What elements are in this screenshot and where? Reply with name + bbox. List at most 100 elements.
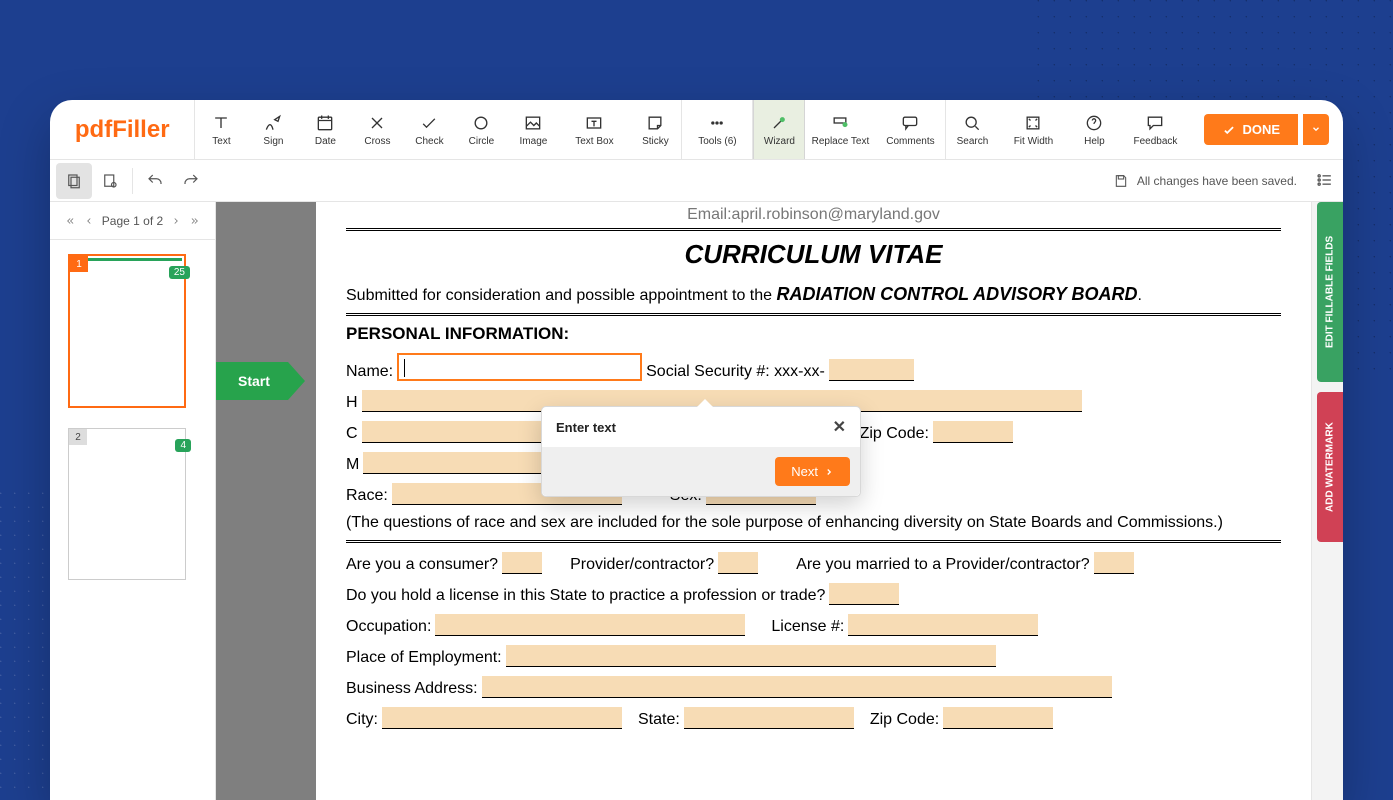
tool-more[interactable]: Tools (6) bbox=[682, 100, 752, 159]
label-occupation: Occupation: bbox=[346, 618, 431, 636]
field-city2[interactable] bbox=[382, 707, 622, 729]
done-label: DONE bbox=[1242, 122, 1280, 137]
wizard-start-flag[interactable]: Start bbox=[216, 362, 288, 400]
field-married[interactable] bbox=[1094, 552, 1134, 574]
tool-cross-label: Cross bbox=[364, 136, 390, 147]
doc-subtitle: Submitted for consideration and possible… bbox=[346, 284, 1281, 305]
label-h: H bbox=[346, 394, 358, 412]
label-ssn: Social Security #: xxx-xx- bbox=[646, 363, 825, 381]
tool-sign[interactable]: Sign bbox=[247, 100, 299, 159]
field-biz[interactable] bbox=[482, 676, 1112, 698]
next-page-icon[interactable] bbox=[171, 216, 181, 226]
undo-button[interactable] bbox=[137, 163, 173, 199]
rule bbox=[346, 228, 1281, 231]
row-city2: City: State: Zip Code: bbox=[346, 707, 1281, 729]
field-license-q[interactable] bbox=[829, 583, 899, 605]
label-zip2: Zip Code: bbox=[870, 711, 939, 729]
diversity-note: (The questions of race and sex are inclu… bbox=[346, 514, 1281, 532]
field-ssn[interactable] bbox=[829, 359, 914, 381]
field-employment[interactable] bbox=[506, 645, 996, 667]
first-page-icon[interactable] bbox=[66, 216, 76, 226]
label-state: State: bbox=[638, 711, 680, 729]
settings-icon[interactable] bbox=[92, 163, 128, 199]
tool-wizard[interactable]: Wizard bbox=[753, 100, 805, 159]
field-consumer[interactable] bbox=[502, 552, 542, 574]
thumbnail-page-2[interactable]: 2 4 bbox=[68, 428, 186, 580]
tool-textbox[interactable]: Text Box bbox=[559, 100, 629, 159]
add-watermark-tab[interactable]: ADD WATERMARK bbox=[1317, 392, 1343, 542]
tool-sticky[interactable]: Sticky bbox=[629, 100, 681, 159]
thumb-page-number: 1 bbox=[70, 256, 88, 272]
page-indicator: Page 1 of 2 bbox=[102, 214, 163, 228]
row-employment: Place of Employment: bbox=[346, 645, 1281, 667]
tool-cross[interactable]: Cross bbox=[351, 100, 403, 159]
thumbnail-page-1[interactable]: 1 25 bbox=[68, 254, 186, 408]
fields-list-icon[interactable] bbox=[1315, 170, 1335, 190]
field-occupation[interactable] bbox=[435, 614, 745, 636]
wizard-popover: Enter text ✕ Next bbox=[541, 406, 861, 497]
rail-wm-label: ADD WATERMARK bbox=[1325, 422, 1336, 512]
field-provider[interactable] bbox=[718, 552, 758, 574]
popover-close[interactable]: ✕ bbox=[833, 417, 846, 437]
tool-feedback[interactable]: Feedback bbox=[1120, 100, 1190, 159]
prev-page-icon[interactable] bbox=[84, 216, 94, 226]
tool-textbox-label: Text Box bbox=[575, 136, 613, 147]
thumb-page-number: 2 bbox=[69, 429, 87, 445]
brand-logo: pdfFiller bbox=[50, 100, 195, 159]
field-zip1[interactable] bbox=[933, 421, 1013, 443]
tool-search[interactable]: Search bbox=[946, 100, 998, 159]
label-m: M bbox=[346, 456, 359, 474]
thumb-field-count: 4 bbox=[175, 439, 191, 452]
tool-text[interactable]: Text bbox=[195, 100, 247, 159]
tool-more-label: Tools (6) bbox=[698, 136, 736, 147]
done-button[interactable]: DONE bbox=[1204, 114, 1298, 145]
toolbar-tools: Text Sign Date Cross Check Circle Image … bbox=[195, 100, 1190, 159]
tool-wizard-label: Wizard bbox=[764, 136, 795, 147]
page-navigator: Page 1 of 2 bbox=[50, 202, 215, 240]
field-zip2[interactable] bbox=[943, 707, 1053, 729]
tool-image-label: Image bbox=[520, 136, 548, 147]
field-license-no[interactable] bbox=[848, 614, 1038, 636]
tool-date[interactable]: Date bbox=[299, 100, 351, 159]
field-name[interactable] bbox=[397, 353, 642, 381]
label-married: Are you married to a Provider/contractor… bbox=[796, 556, 1089, 574]
rule bbox=[346, 313, 1281, 316]
tool-help[interactable]: Help bbox=[1068, 100, 1120, 159]
field-state[interactable] bbox=[684, 707, 854, 729]
tool-check-label: Check bbox=[415, 136, 443, 147]
tool-replace[interactable]: Replace Text bbox=[805, 100, 875, 159]
done-wrap: DONE bbox=[1190, 100, 1343, 159]
done-caret[interactable] bbox=[1303, 114, 1329, 145]
tool-comments[interactable]: Comments bbox=[875, 100, 945, 159]
doc-email: Email:april.robinson@maryland.gov bbox=[346, 202, 1281, 224]
tool-sticky-label: Sticky bbox=[642, 136, 669, 147]
row-consumer: Are you a consumer? Provider/contractor?… bbox=[346, 552, 1281, 574]
tool-image[interactable]: Image bbox=[507, 100, 559, 159]
tool-fit[interactable]: Fit Width bbox=[998, 100, 1068, 159]
label-race: Race: bbox=[346, 487, 388, 505]
rail-fill-label: EDIT FILLABLE FIELDS bbox=[1325, 236, 1336, 348]
label-provider: Provider/contractor? bbox=[570, 556, 714, 574]
doc-title: CURRICULUM VITAE bbox=[346, 239, 1281, 270]
save-status-text: All changes have been saved. bbox=[1137, 174, 1297, 188]
chevron-right-icon bbox=[824, 467, 834, 477]
popover-next-button[interactable]: Next bbox=[775, 457, 850, 486]
document-canvas[interactable]: Start Email:april.robinson@maryland.gov … bbox=[216, 202, 1311, 800]
next-label: Next bbox=[791, 464, 818, 479]
tool-circle[interactable]: Circle bbox=[455, 100, 507, 159]
save-icon bbox=[1113, 173, 1129, 189]
pages-panel-toggle[interactable] bbox=[56, 163, 92, 199]
last-page-icon[interactable] bbox=[189, 216, 199, 226]
app-window: pdfFiller Text Sign Date Cross Check Cir… bbox=[50, 100, 1343, 800]
label-license-q: Do you hold a license in this State to p… bbox=[346, 587, 825, 605]
tool-check[interactable]: Check bbox=[403, 100, 455, 159]
edit-fillable-fields-tab[interactable]: EDIT FILLABLE FIELDS bbox=[1317, 202, 1343, 382]
section-header: PERSONAL INFORMATION: bbox=[346, 324, 1281, 344]
rule bbox=[346, 540, 1281, 543]
tool-help-label: Help bbox=[1084, 136, 1105, 147]
thumbnails-sidebar: Page 1 of 2 1 25 2 4 bbox=[50, 202, 216, 800]
subtitle-bold: RADIATION CONTROL ADVISORY BOARD bbox=[777, 284, 1138, 304]
redo-button[interactable] bbox=[173, 163, 209, 199]
label-biz: Business Address: bbox=[346, 680, 478, 698]
label-employment: Place of Employment: bbox=[346, 649, 502, 667]
